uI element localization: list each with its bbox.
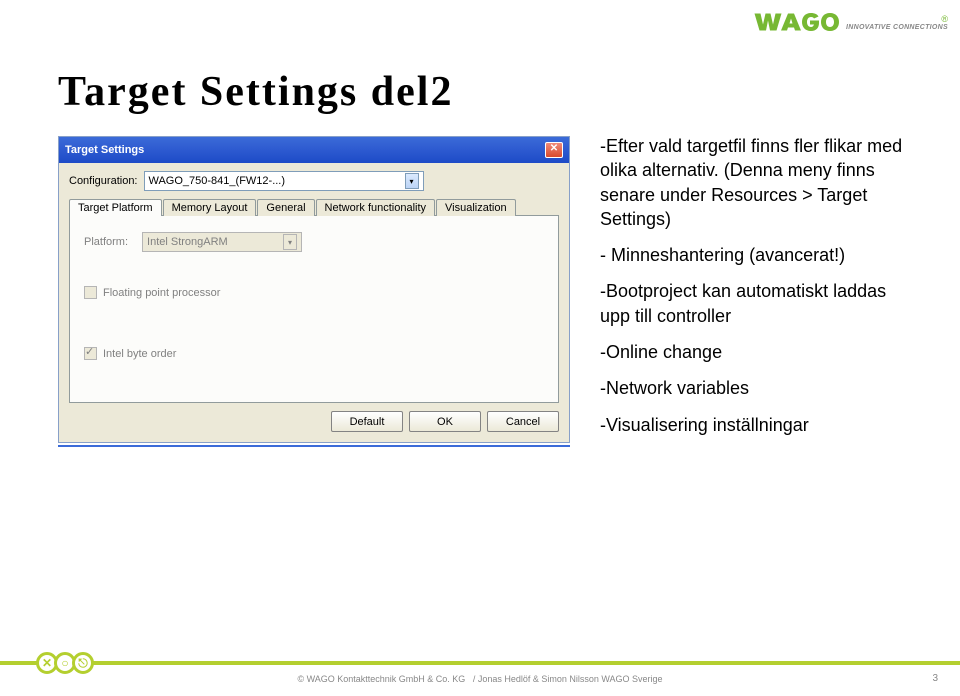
chevron-down-icon: ▾ bbox=[405, 173, 419, 189]
tab-content: Platform: Intel StrongARM ▾ Floating poi… bbox=[69, 215, 559, 403]
dialog-bottom-border bbox=[58, 445, 570, 447]
side-p2: - Minneshantering (avancerat!) bbox=[600, 243, 910, 267]
platform-select: Intel StrongARM ▾ bbox=[142, 232, 302, 252]
side-p5: -Network variables bbox=[600, 376, 910, 400]
tab-target-platform[interactable]: Target Platform bbox=[69, 199, 162, 216]
dialog-title-text: Target Settings bbox=[65, 144, 144, 156]
configuration-label: Configuration: bbox=[69, 175, 138, 187]
tab-general[interactable]: General bbox=[257, 199, 314, 216]
tab-visualization[interactable]: Visualization bbox=[436, 199, 516, 216]
default-button[interactable]: Default bbox=[331, 411, 403, 432]
brand-logo: ® INNOVATIVE CONNECTIONS bbox=[752, 8, 948, 36]
footer-copyright: © WAGO Kontakttechnik GmbH & Co. KG / Jo… bbox=[0, 674, 960, 684]
configuration-select[interactable]: WAGO_750-841_(FW12-...) ▾ bbox=[144, 171, 424, 191]
platform-value: Intel StrongARM bbox=[147, 236, 228, 248]
footer: ✕ ○ ⎋ © WAGO Kontakttechnik GmbH & Co. K… bbox=[0, 658, 960, 682]
close-icon[interactable]: ✕ bbox=[545, 142, 563, 158]
wago-logo-icon bbox=[752, 8, 842, 36]
footer-circle-icon: ⎋ bbox=[72, 652, 94, 674]
tab-network-functionality[interactable]: Network functionality bbox=[316, 199, 436, 216]
page-title: Target Settings del2 bbox=[58, 68, 453, 116]
dialog-titlebar: Target Settings ✕ bbox=[59, 137, 569, 163]
fpp-label: Floating point processor bbox=[103, 287, 220, 299]
chevron-down-icon: ▾ bbox=[283, 234, 297, 250]
cancel-button[interactable]: Cancel bbox=[487, 411, 559, 432]
intel-byte-order-label: Intel byte order bbox=[103, 348, 176, 360]
registered-mark: ® bbox=[941, 14, 948, 24]
fpp-checkbox bbox=[84, 286, 97, 299]
side-p4: -Online change bbox=[600, 340, 910, 364]
footer-bar bbox=[0, 661, 960, 665]
side-description: -Efter vald targetfil finns fler flikar … bbox=[600, 134, 910, 449]
platform-label: Platform: bbox=[84, 236, 128, 248]
configuration-value: WAGO_750-841_(FW12-...) bbox=[149, 175, 286, 187]
side-p1: -Efter vald targetfil finns fler flikar … bbox=[600, 134, 910, 231]
side-p3: -Bootproject kan automatiskt laddas upp … bbox=[600, 279, 910, 328]
footer-icons: ✕ ○ ⎋ bbox=[36, 652, 90, 674]
logo-tagline: INNOVATIVE CONNECTIONS bbox=[846, 24, 948, 31]
intel-byte-order-checkbox bbox=[84, 347, 97, 360]
tab-memory-layout[interactable]: Memory Layout bbox=[163, 199, 257, 216]
side-p6: -Visualisering inställningar bbox=[600, 413, 910, 437]
page-number: 3 bbox=[932, 673, 938, 684]
ok-button[interactable]: OK bbox=[409, 411, 481, 432]
target-settings-dialog: Target Settings ✕ Configuration: WAGO_75… bbox=[58, 136, 570, 447]
